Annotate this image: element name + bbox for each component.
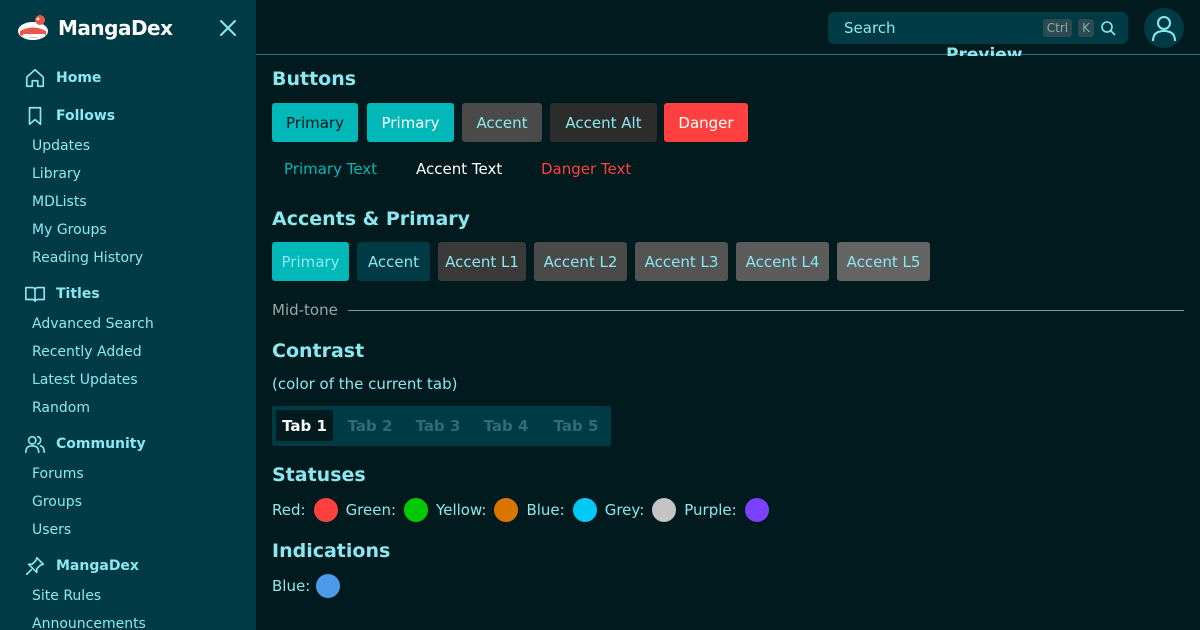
indication-blue-label: Blue:: [272, 577, 311, 595]
sidebar-item-site-rules[interactable]: Site Rules: [0, 582, 256, 610]
user-avatar-button[interactable]: [1144, 8, 1184, 48]
sidebar-section-label: Follows: [56, 108, 116, 124]
book-icon: [25, 286, 45, 303]
sidebar-item-users[interactable]: Users: [0, 516, 256, 544]
sidebar-item-groups[interactable]: Groups: [0, 488, 256, 516]
accent-l4-swatch[interactable]: Accent L4: [736, 242, 829, 281]
status-purple-label: Purple:: [684, 501, 737, 519]
indications-heading: Indications: [272, 540, 391, 562]
accent-text-button[interactable]: Accent Text: [416, 160, 502, 178]
status-green-label: Green:: [345, 501, 397, 519]
sidebar-section-community[interactable]: Community: [0, 428, 256, 460]
danger-text-button[interactable]: Danger Text: [541, 160, 631, 178]
divider-line: [347, 309, 1184, 311]
accent-l3-swatch[interactable]: Accent L3: [635, 242, 728, 281]
statuses-row: Red: Green: Yellow: Blue: Grey: Purple:: [272, 496, 777, 524]
bookmark-icon: [28, 106, 42, 126]
primary-button-light-text[interactable]: Primary: [367, 103, 454, 142]
contrast-heading: Contrast: [272, 340, 365, 362]
status-blue-label: Blue:: [526, 501, 565, 519]
sidebar-section-label: MangaDex: [56, 558, 139, 574]
sidebar-item-random[interactable]: Random: [0, 394, 256, 422]
indication-blue-dot: [316, 574, 341, 598]
midtone-divider: Mid-tone: [272, 300, 1184, 320]
midtone-label: Mid-tone: [272, 301, 338, 319]
accent-alt-button[interactable]: Accent Alt: [550, 103, 657, 142]
accent-l1-swatch[interactable]: Accent L1: [438, 242, 526, 281]
sidebar-item-mdlists[interactable]: MDLists: [0, 188, 256, 216]
primary-swatch[interactable]: Primary: [272, 242, 349, 281]
search-placeholder: Search: [844, 19, 896, 37]
accent-l2-swatch[interactable]: Accent L2: [534, 242, 627, 281]
close-icon: [220, 20, 236, 36]
sidebar-item-latest-updates[interactable]: Latest Updates: [0, 366, 256, 394]
user-icon: [1152, 16, 1176, 42]
accent-button[interactable]: Accent: [462, 103, 542, 142]
accents-heading: Accents & Primary: [272, 208, 471, 230]
sidebar: MangaDex Home Follows Updates Library MD…: [0, 0, 256, 630]
buttons-heading: Buttons: [272, 68, 357, 90]
shortcut-k-key: K: [1078, 19, 1094, 37]
statuses-heading: Statuses: [272, 464, 366, 486]
sidebar-item-reading-history[interactable]: Reading History: [0, 244, 256, 272]
sidebar-nav: Home Follows Updates Library MDLists My …: [0, 62, 256, 630]
sidebar-item-my-groups[interactable]: My Groups: [0, 216, 256, 244]
tab-4[interactable]: Tab 4: [476, 410, 536, 441]
brand-name: MangaDex: [58, 16, 173, 40]
sidebar-item-updates[interactable]: Updates: [0, 132, 256, 160]
status-yellow-label: Yellow:: [436, 501, 487, 519]
accent-l5-swatch[interactable]: Accent L5: [837, 242, 930, 281]
sidebar-section-home[interactable]: Home: [0, 62, 256, 94]
tab-bar: Tab 1 Tab 2 Tab 3 Tab 4 Tab 5: [272, 406, 611, 446]
tab-2[interactable]: Tab 2: [340, 410, 400, 441]
close-sidebar-button[interactable]: [216, 16, 240, 40]
mangadex-logo-icon: [18, 15, 48, 40]
sidebar-item-recently-added[interactable]: Recently Added: [0, 338, 256, 366]
home-icon: [25, 68, 45, 88]
sidebar-item-advanced-search[interactable]: Advanced Search: [0, 310, 256, 338]
status-blue-dot: [572, 498, 597, 522]
primary-button[interactable]: Primary: [272, 103, 358, 142]
accent-swatch[interactable]: Accent: [357, 242, 430, 281]
search-icon: [1101, 21, 1116, 36]
pin-icon: [25, 556, 45, 576]
search-input[interactable]: Search Ctrl K: [828, 12, 1128, 44]
sidebar-item-forums[interactable]: Forums: [0, 460, 256, 488]
status-yellow-dot: [494, 498, 519, 522]
danger-button[interactable]: Danger: [664, 103, 748, 142]
status-red-label: Red:: [272, 501, 306, 519]
status-purple-dot: [744, 498, 769, 522]
primary-text-button[interactable]: Primary Text: [284, 160, 377, 178]
sidebar-section-titles[interactable]: Titles: [0, 278, 256, 310]
sidebar-item-library[interactable]: Library: [0, 160, 256, 188]
sidebar-section-label: Home: [56, 70, 102, 86]
status-red-dot: [313, 498, 338, 522]
indications-row: Blue:: [272, 572, 348, 600]
shortcut-ctrl-key: Ctrl: [1042, 19, 1073, 37]
status-grey-label: Grey:: [604, 501, 645, 519]
sidebar-section-follows[interactable]: Follows: [0, 100, 256, 132]
sidebar-section-mangadex[interactable]: MangaDex: [0, 550, 256, 582]
status-grey-dot: [652, 498, 677, 522]
tab-3[interactable]: Tab 3: [408, 410, 468, 441]
sidebar-item-announcements[interactable]: Announcements: [0, 610, 256, 630]
status-green-dot: [404, 498, 429, 522]
brand[interactable]: MangaDex: [16, 10, 173, 46]
sidebar-section-label: Community: [56, 436, 146, 452]
contrast-subtitle: (color of the current tab): [272, 375, 458, 393]
tab-1[interactable]: Tab 1: [276, 410, 333, 441]
top-bar: Preview Search Ctrl K: [256, 0, 1200, 56]
users-icon: [25, 435, 45, 454]
sidebar-section-label: Titles: [56, 286, 100, 302]
tab-5[interactable]: Tab 5: [546, 410, 606, 441]
